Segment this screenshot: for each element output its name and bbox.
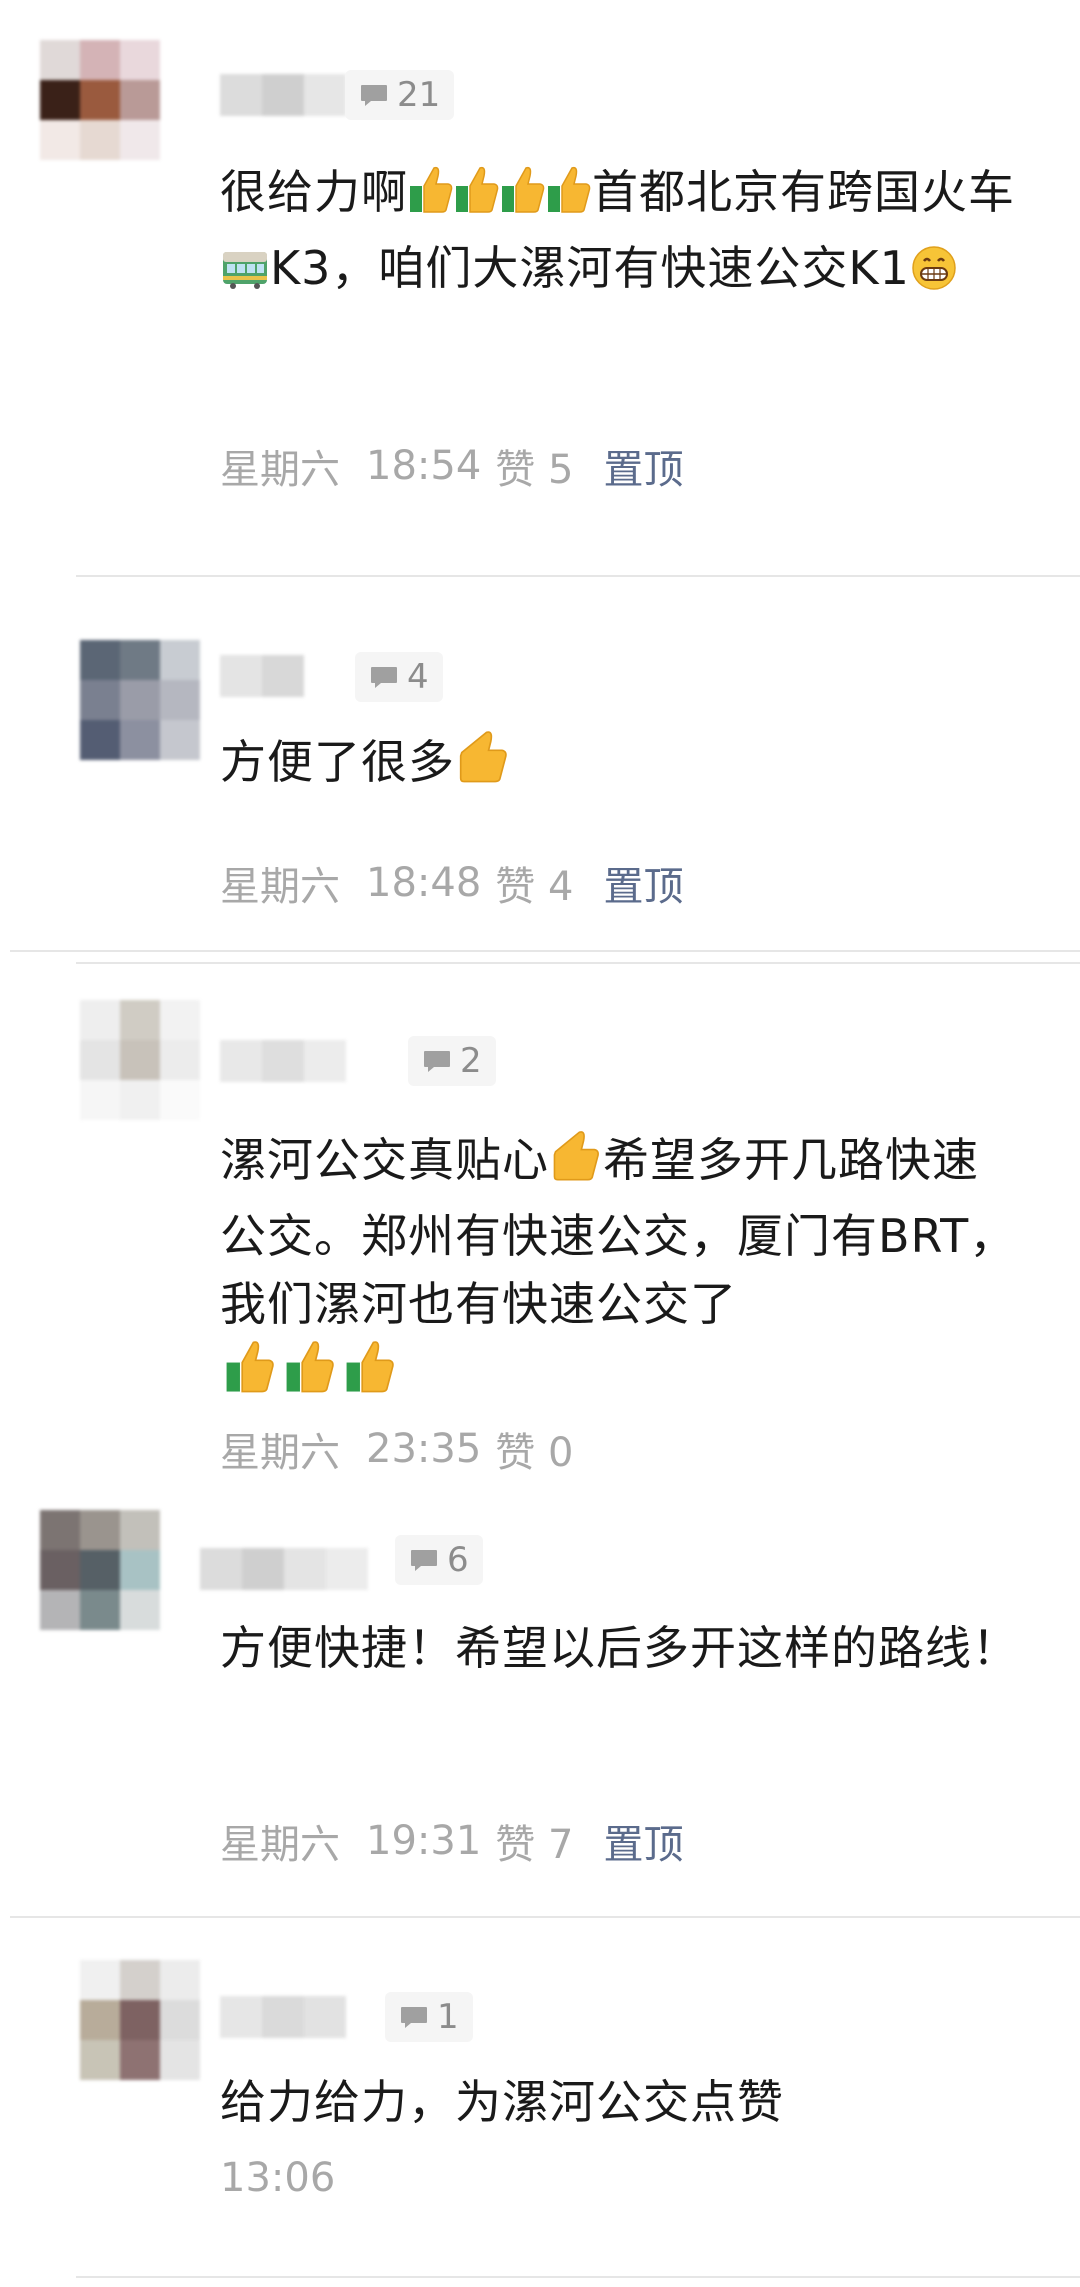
avatar[interactable] bbox=[40, 1510, 160, 1630]
comment-text-part: 方便了很多 bbox=[220, 735, 455, 789]
reply-count: 1 bbox=[437, 1997, 459, 2037]
comment-time: 23:35 bbox=[366, 1426, 482, 1472]
reply-count: 4 bbox=[407, 657, 429, 697]
comment-meta: 星期六 23:35 赞 0 bbox=[220, 1420, 573, 1478]
reply-count-badge[interactable]: 21 bbox=[345, 70, 455, 120]
reply-count: 6 bbox=[447, 1540, 469, 1580]
comment-meta: 星期六 19:31 赞 7 置顶 bbox=[220, 1812, 683, 1870]
comment-text-part: 很给力啊 bbox=[220, 165, 408, 219]
comment-text-part: K3，咱们大漯河有快速公交K1 bbox=[270, 241, 910, 295]
thumbs-up-icon bbox=[408, 164, 454, 234]
comment-day: 星期六 bbox=[220, 864, 340, 910]
thumbs-up-icon bbox=[454, 164, 500, 234]
avatar[interactable] bbox=[80, 1000, 200, 1120]
like-count[interactable]: 赞 0 bbox=[495, 1420, 573, 1478]
comment-text: 方便了很多 bbox=[220, 728, 1020, 804]
comment-time: 18:54 bbox=[366, 443, 482, 489]
tram-car-icon bbox=[220, 242, 270, 310]
comment-text: 很给力啊 首都北京有跨国火车 K3，咱们大漯河有快速公交K1 bbox=[220, 158, 1020, 310]
like-count[interactable]: 赞 7 bbox=[495, 1812, 573, 1870]
username[interactable] bbox=[220, 74, 346, 116]
comment-bubble-icon bbox=[369, 665, 399, 689]
reply-count-badge[interactable]: 6 bbox=[395, 1535, 483, 1585]
comment-text-part: 漯河公交真贴心 bbox=[220, 1133, 549, 1187]
comment-text-part: 首都北京有跨国火车 bbox=[592, 165, 1015, 219]
comment-time: 18:48 bbox=[366, 860, 482, 906]
thumbs-up-icon bbox=[546, 164, 592, 234]
reply-count: 2 bbox=[460, 1041, 482, 1081]
comment-day: 星期六 bbox=[220, 447, 340, 493]
pin-button[interactable]: 置顶 bbox=[603, 437, 683, 495]
thumbs-up-icon bbox=[220, 1338, 280, 1414]
username[interactable] bbox=[220, 655, 304, 697]
comment-text: 给力给力，为漯河公交点赞 bbox=[220, 2075, 784, 2129]
pin-button[interactable]: 置顶 bbox=[603, 1812, 683, 1870]
username[interactable] bbox=[220, 1996, 346, 2038]
comment-bubble-icon bbox=[422, 1049, 452, 1073]
comment-meta: 星期六 18:54 赞 5 置顶 bbox=[220, 437, 683, 495]
comment-time: 19:31 bbox=[366, 1818, 482, 1864]
comment-bubble-icon bbox=[359, 83, 389, 107]
divider bbox=[76, 575, 1080, 577]
divider bbox=[10, 950, 1080, 952]
comment-day: 星期六 bbox=[220, 1822, 340, 1868]
avatar[interactable] bbox=[40, 40, 160, 160]
divider bbox=[76, 962, 1080, 964]
comment-day: 星期六 bbox=[220, 1430, 340, 1476]
like-count[interactable]: 赞 4 bbox=[495, 854, 573, 912]
comment-text: 漯河公交真贴心 希望多开几路快速公交。郑州有快速公交，厦门有BRT，我们漯河也有快… bbox=[220, 1126, 1020, 1414]
comment-time: 13:06 bbox=[220, 2155, 336, 2201]
thumbs-up-icon bbox=[455, 728, 511, 804]
username[interactable] bbox=[220, 1040, 346, 1082]
divider bbox=[76, 2276, 1080, 2278]
reply-count-badge[interactable]: 2 bbox=[408, 1036, 496, 1086]
like-count[interactable]: 赞 5 bbox=[495, 437, 573, 495]
comment-text: 方便快捷！希望以后多开这样的路线！ bbox=[220, 1621, 1019, 1675]
reply-count: 21 bbox=[397, 75, 441, 115]
avatar[interactable] bbox=[80, 640, 200, 760]
username[interactable] bbox=[200, 1548, 368, 1590]
pin-button[interactable]: 置顶 bbox=[603, 854, 683, 912]
reply-count-badge[interactable]: 1 bbox=[385, 1992, 473, 2042]
thumbs-up-icon bbox=[340, 1338, 400, 1414]
divider bbox=[10, 1916, 1080, 1918]
comment-meta: 13:06 bbox=[220, 2155, 335, 2201]
grinning-face-icon bbox=[910, 242, 958, 310]
thumbs-up-icon bbox=[280, 1338, 340, 1414]
comment-meta: 星期六 18:48 赞 4 置顶 bbox=[220, 854, 683, 912]
reply-count-badge[interactable]: 4 bbox=[355, 652, 443, 702]
comment-bubble-icon bbox=[399, 2005, 429, 2029]
comment-bubble-icon bbox=[409, 1548, 439, 1572]
thumbs-up-icon bbox=[500, 164, 546, 234]
avatar[interactable] bbox=[80, 1960, 200, 2080]
thumbs-up-icon bbox=[549, 1128, 603, 1202]
